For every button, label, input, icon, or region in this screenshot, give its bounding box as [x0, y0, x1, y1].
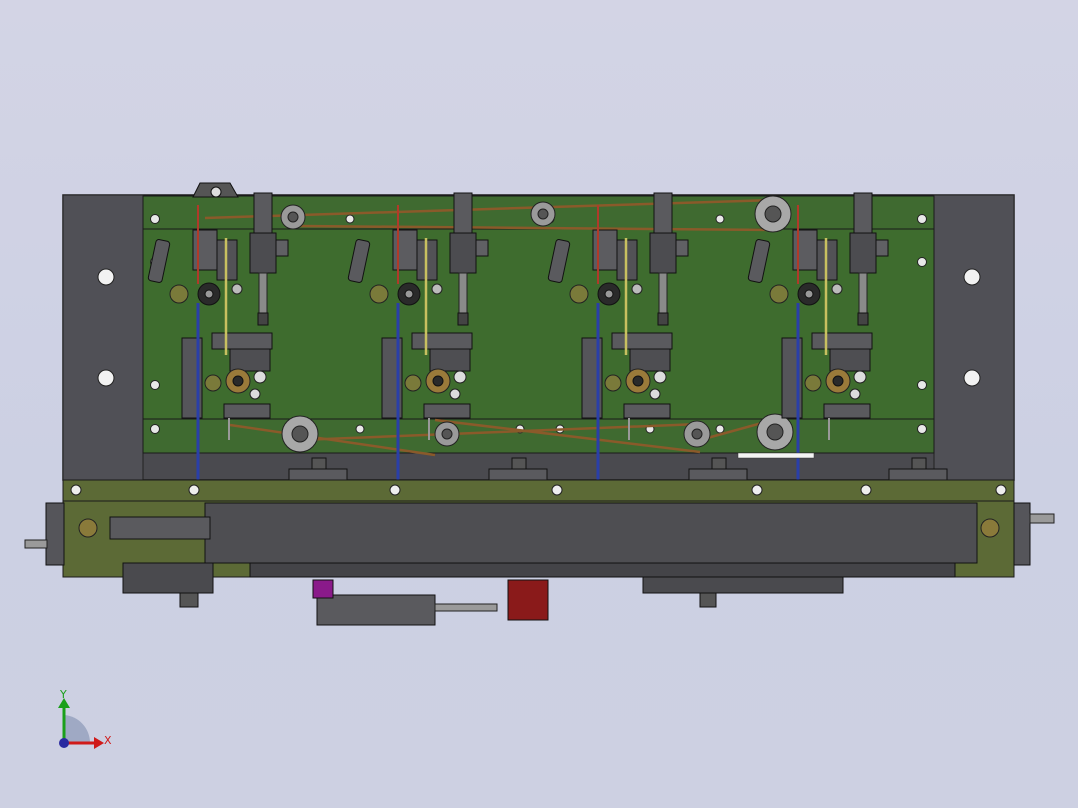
station-1-rod-clamp: [257, 312, 269, 326]
station-4-drive-hub: [804, 289, 814, 299]
station-4-upper-bracket: [792, 229, 818, 271]
station-3-cylinder-mount: [649, 232, 677, 274]
red-actuator: [507, 579, 549, 621]
station-3-cylinder-tab: [675, 239, 689, 257]
station-1-idler-wheel: [169, 284, 189, 304]
station-3-brass-hub: [632, 375, 644, 387]
left-end-cap: [45, 502, 65, 566]
station-3-upper-bracket: [592, 229, 618, 271]
station-1-upper-screw: [231, 283, 243, 295]
station-1-cylinder-tab: [275, 239, 289, 257]
station-4-adjust-screw-2: [849, 388, 861, 400]
station-3-upper-screw: [631, 283, 643, 295]
station-3-adjust-screw-2: [649, 388, 661, 400]
station-2-base-clamp: [423, 403, 471, 419]
station-4-lower-idler: [804, 374, 822, 392]
station-2-lower-idler: [404, 374, 422, 392]
station-2-drive-hub: [404, 289, 414, 299]
bottom-plate-strip: [142, 418, 935, 454]
station-2-adjust-screw-2: [449, 388, 461, 400]
station-4-cylinder-head: [853, 192, 873, 234]
right-end-cap: [1013, 502, 1031, 566]
triad-x-arrowhead: [94, 737, 104, 749]
station-3-cylinder-head: [653, 192, 673, 234]
triad-y-label: Y: [59, 688, 67, 701]
station-4-adjust-screw: [853, 370, 867, 384]
station-2-rail-block-cap: [511, 457, 527, 470]
station-3-idler-wheel: [569, 284, 589, 304]
station-4-lower-arm-block: [829, 348, 871, 372]
slide-bottom-rail: [249, 562, 956, 578]
station-1-cylinder-mount: [249, 232, 277, 274]
station-1-rail-block-cap: [311, 457, 327, 470]
station-1-brass-hub: [232, 375, 244, 387]
cylinder-rod: [434, 603, 498, 612]
station-2-adjust-screw: [453, 370, 467, 384]
station-4-cylinder-rod: [858, 272, 868, 314]
station-1-drive-hub: [204, 289, 214, 299]
station-1-adjust-screw: [253, 370, 267, 384]
station-4-brass-hub: [832, 375, 844, 387]
station-4-rod-clamp: [857, 312, 869, 326]
left-bearing: [78, 518, 98, 538]
station-3-rod-clamp: [657, 312, 669, 326]
station-1-lower-arm-block: [229, 348, 271, 372]
station-1-base-clamp: [223, 403, 271, 419]
station-3-rail-block-cap: [711, 457, 727, 470]
station-3-base-clamp: [623, 403, 671, 419]
station-2-brass-hub: [432, 375, 444, 387]
station-4-rail-block-cap: [911, 457, 927, 470]
slide-carriage-row: [204, 502, 978, 564]
station-2-cylinder-rod: [458, 272, 468, 314]
motor-right-foot: [699, 592, 717, 608]
frame-left-block: [62, 194, 144, 481]
cad-viewport[interactable]: Y X: [0, 0, 1078, 808]
station-2-lower-arm: [411, 332, 473, 350]
station-1-lower-arm: [211, 332, 273, 350]
motor-left: [122, 562, 214, 594]
station-1-cylinder-rod: [258, 272, 268, 314]
station-2-rod-clamp: [457, 312, 469, 326]
cylinder-body: [316, 594, 436, 626]
left-arm: [109, 516, 211, 540]
station-3-cylinder-rod: [658, 272, 668, 314]
frame-right-block: [933, 194, 1015, 481]
triad-x-label: X: [104, 734, 112, 747]
station-2-cylinder-head: [453, 192, 473, 234]
station-1-lower-idler: [204, 374, 222, 392]
station-2-cylinder-tab: [475, 239, 489, 257]
station-4-upper-screw: [831, 283, 843, 295]
station-3-lower-idler: [604, 374, 622, 392]
station-4-cylinder-tab: [875, 239, 889, 257]
station-2-cylinder-mount: [449, 232, 477, 274]
machine-assembly-model[interactable]: Y X: [0, 0, 1078, 808]
triad-origin: [59, 738, 69, 748]
station-4-lower-arm: [811, 332, 873, 350]
station-3-drive-hub: [604, 289, 614, 299]
coordinate-triad[interactable]: Y X: [58, 688, 112, 749]
station-3-adjust-screw: [653, 370, 667, 384]
cylinder-magenta-cap: [312, 579, 334, 599]
station-2-upper-screw: [431, 283, 443, 295]
left-shaft: [24, 539, 48, 549]
motor-left-flange: [179, 592, 199, 608]
top-mount-hole: [210, 186, 222, 198]
station-1-upper-bracket: [192, 229, 218, 271]
right-bearing: [980, 518, 1000, 538]
station-1-cylinder-head: [253, 192, 273, 234]
station-2-upper-bracket: [392, 229, 418, 271]
triad-arc-shade: [64, 715, 91, 743]
station-4-cylinder-mount: [849, 232, 877, 274]
station-3-lower-arm-block: [629, 348, 671, 372]
station-1-adjust-screw-2: [249, 388, 261, 400]
station-4-idler-wheel: [769, 284, 789, 304]
motor-right: [642, 576, 844, 594]
station-2-lower-arm-block: [429, 348, 471, 372]
right-shaft: [1029, 513, 1055, 524]
station-3-lower-arm: [611, 332, 673, 350]
station-4-base-clamp: [823, 403, 871, 419]
station-2-idler-wheel: [369, 284, 389, 304]
label-strip: [737, 452, 815, 459]
